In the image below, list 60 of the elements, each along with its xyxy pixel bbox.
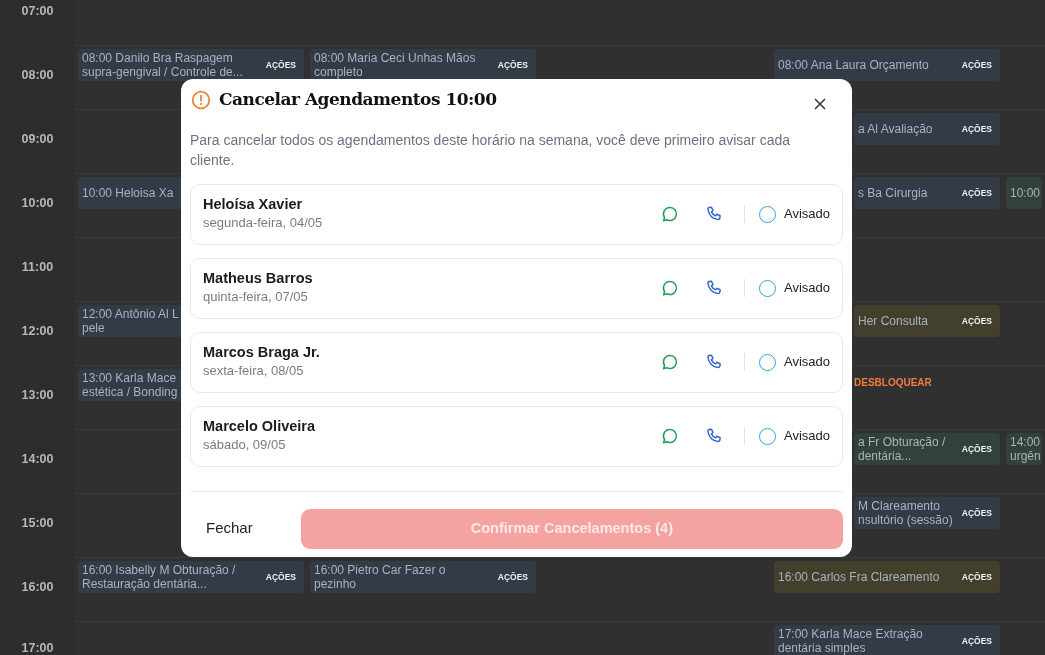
client-name: Marcos Braga Jr. — [203, 343, 321, 362]
appointment-card[interactable]: 16:00 Isabelly M Obturação / Restauração dentária... AÇÕES — [78, 561, 304, 593]
client-name: Matheus Barros — [203, 269, 314, 288]
radio-label: Avisado — [784, 279, 830, 298]
appointment-text: a Fr Obturação / dentária... — [858, 435, 946, 463]
actions-button[interactable]: AÇÕES — [493, 568, 532, 586]
dialog-description: Para cancelar todos os agendamentos deste horário na semana, você deve primeiro avisar cada cliente. — [190, 130, 791, 170]
appointment-card[interactable]: 10:00 — [1006, 177, 1042, 209]
appointment-card[interactable]: a Al Avaliação AÇÕES — [854, 113, 1000, 145]
appointment-card[interactable]: 08:00 Ana Laura Orçamento AÇÕES — [774, 49, 1000, 81]
appointment-text: Her Consulta — [858, 314, 929, 328]
appointment-text: 08:00 Maria Ceci Unhas Mãos completo — [314, 51, 477, 79]
appointment-date: segunda-feira, 04/05 — [203, 214, 324, 233]
appointment-text: 17:00 Karla Mace Extração dentária simples — [778, 627, 923, 655]
appointment-card[interactable]: Her Consulta AÇÕES — [854, 305, 1000, 337]
appointment-text: s Ba Cirurgia — [858, 186, 928, 200]
appointment-card[interactable]: a Fr Obturação / dentária... AÇÕES — [854, 433, 1000, 465]
appointment-text: 08:00 Ana Laura Orçamento — [778, 58, 929, 72]
actions-button[interactable]: AÇÕES — [957, 56, 996, 74]
appointment-card[interactable]: 08:00 Maria Ceci Unhas Mãos completo AÇÕES — [310, 49, 536, 81]
unblock-link[interactable]: DESBLOQUEAR — [854, 375, 932, 390]
client-name: Marcelo Oliveira — [203, 417, 317, 436]
appointment-text: 10:00 Heloisa Xa — [82, 186, 174, 200]
actions-button[interactable]: AÇÕES — [957, 440, 996, 458]
actions-button[interactable]: AÇÕES — [957, 632, 996, 650]
appointment-date: quinta-feira, 07/05 — [203, 288, 309, 307]
warning-icon — [191, 89, 211, 110]
appointment-text: 12:00 Antônio Al L pele — [82, 307, 179, 335]
radio-label: Avisado — [784, 353, 830, 372]
actions-button[interactable]: AÇÕES — [957, 312, 996, 330]
appointment-text: a Al Avaliação — [858, 122, 933, 136]
appointment-card[interactable]: 17:00 Karla Mace Extração dentária simples AÇÕES — [774, 625, 1000, 655]
appointment-card[interactable]: 08:00 Danilo Bra Raspagem supra-gengival / Controle de... AÇÕES — [78, 49, 304, 81]
appointment-text: 16:00 Isabelly M Obturação / Restauração dentária... — [82, 563, 236, 591]
actions-button[interactable]: AÇÕES — [957, 120, 996, 138]
chat-icon[interactable] — [660, 352, 680, 372]
appointment-text: 08:00 Danilo Bra Raspagem supra-gengival / Controle de... — [82, 51, 244, 79]
close-icon[interactable] — [813, 96, 827, 111]
actions-button[interactable]: AÇÕES — [261, 568, 300, 586]
actions-button[interactable]: AÇÕES — [957, 504, 996, 522]
close-button[interactable]: Fechar — [190, 513, 269, 544]
appointment-card[interactable]: 16:00 Pietro Car Fazer o pezinho AÇÕES — [310, 561, 536, 593]
appointment-text: M Clareamento nsultório (sessão) — [858, 499, 953, 527]
appointment-card[interactable]: s Ba Cirurgia AÇÕES — [854, 177, 1000, 209]
chat-icon[interactable] — [660, 426, 680, 446]
appointment-card[interactable]: 16:00 Carlos Fra Clareamento AÇÕES — [774, 561, 1000, 593]
appointment-text: 16:00 Pietro Car Fazer o pezinho — [314, 563, 446, 591]
chat-icon[interactable] — [660, 204, 680, 224]
actions-button[interactable]: AÇÕES — [957, 568, 996, 586]
actions-button[interactable]: AÇÕES — [261, 56, 300, 74]
chat-icon[interactable] — [660, 278, 680, 298]
appointment-text: 13:00 Karla Mace estética / Bonding — [82, 371, 178, 399]
appointment-text: 10:00 — [1010, 186, 1041, 200]
actions-button[interactable]: AÇÕES — [957, 184, 996, 202]
actions-button[interactable]: AÇÕES — [493, 56, 532, 74]
radio-label: Avisado — [784, 205, 830, 224]
appointment-text: 16:00 Carlos Fra Clareamento — [778, 570, 940, 584]
radio-label: Avisado — [784, 427, 830, 446]
dialog-title: Cancelar Agendamentos 10:00 — [219, 88, 498, 111]
appointment-date: sábado, 09/05 — [203, 436, 287, 455]
